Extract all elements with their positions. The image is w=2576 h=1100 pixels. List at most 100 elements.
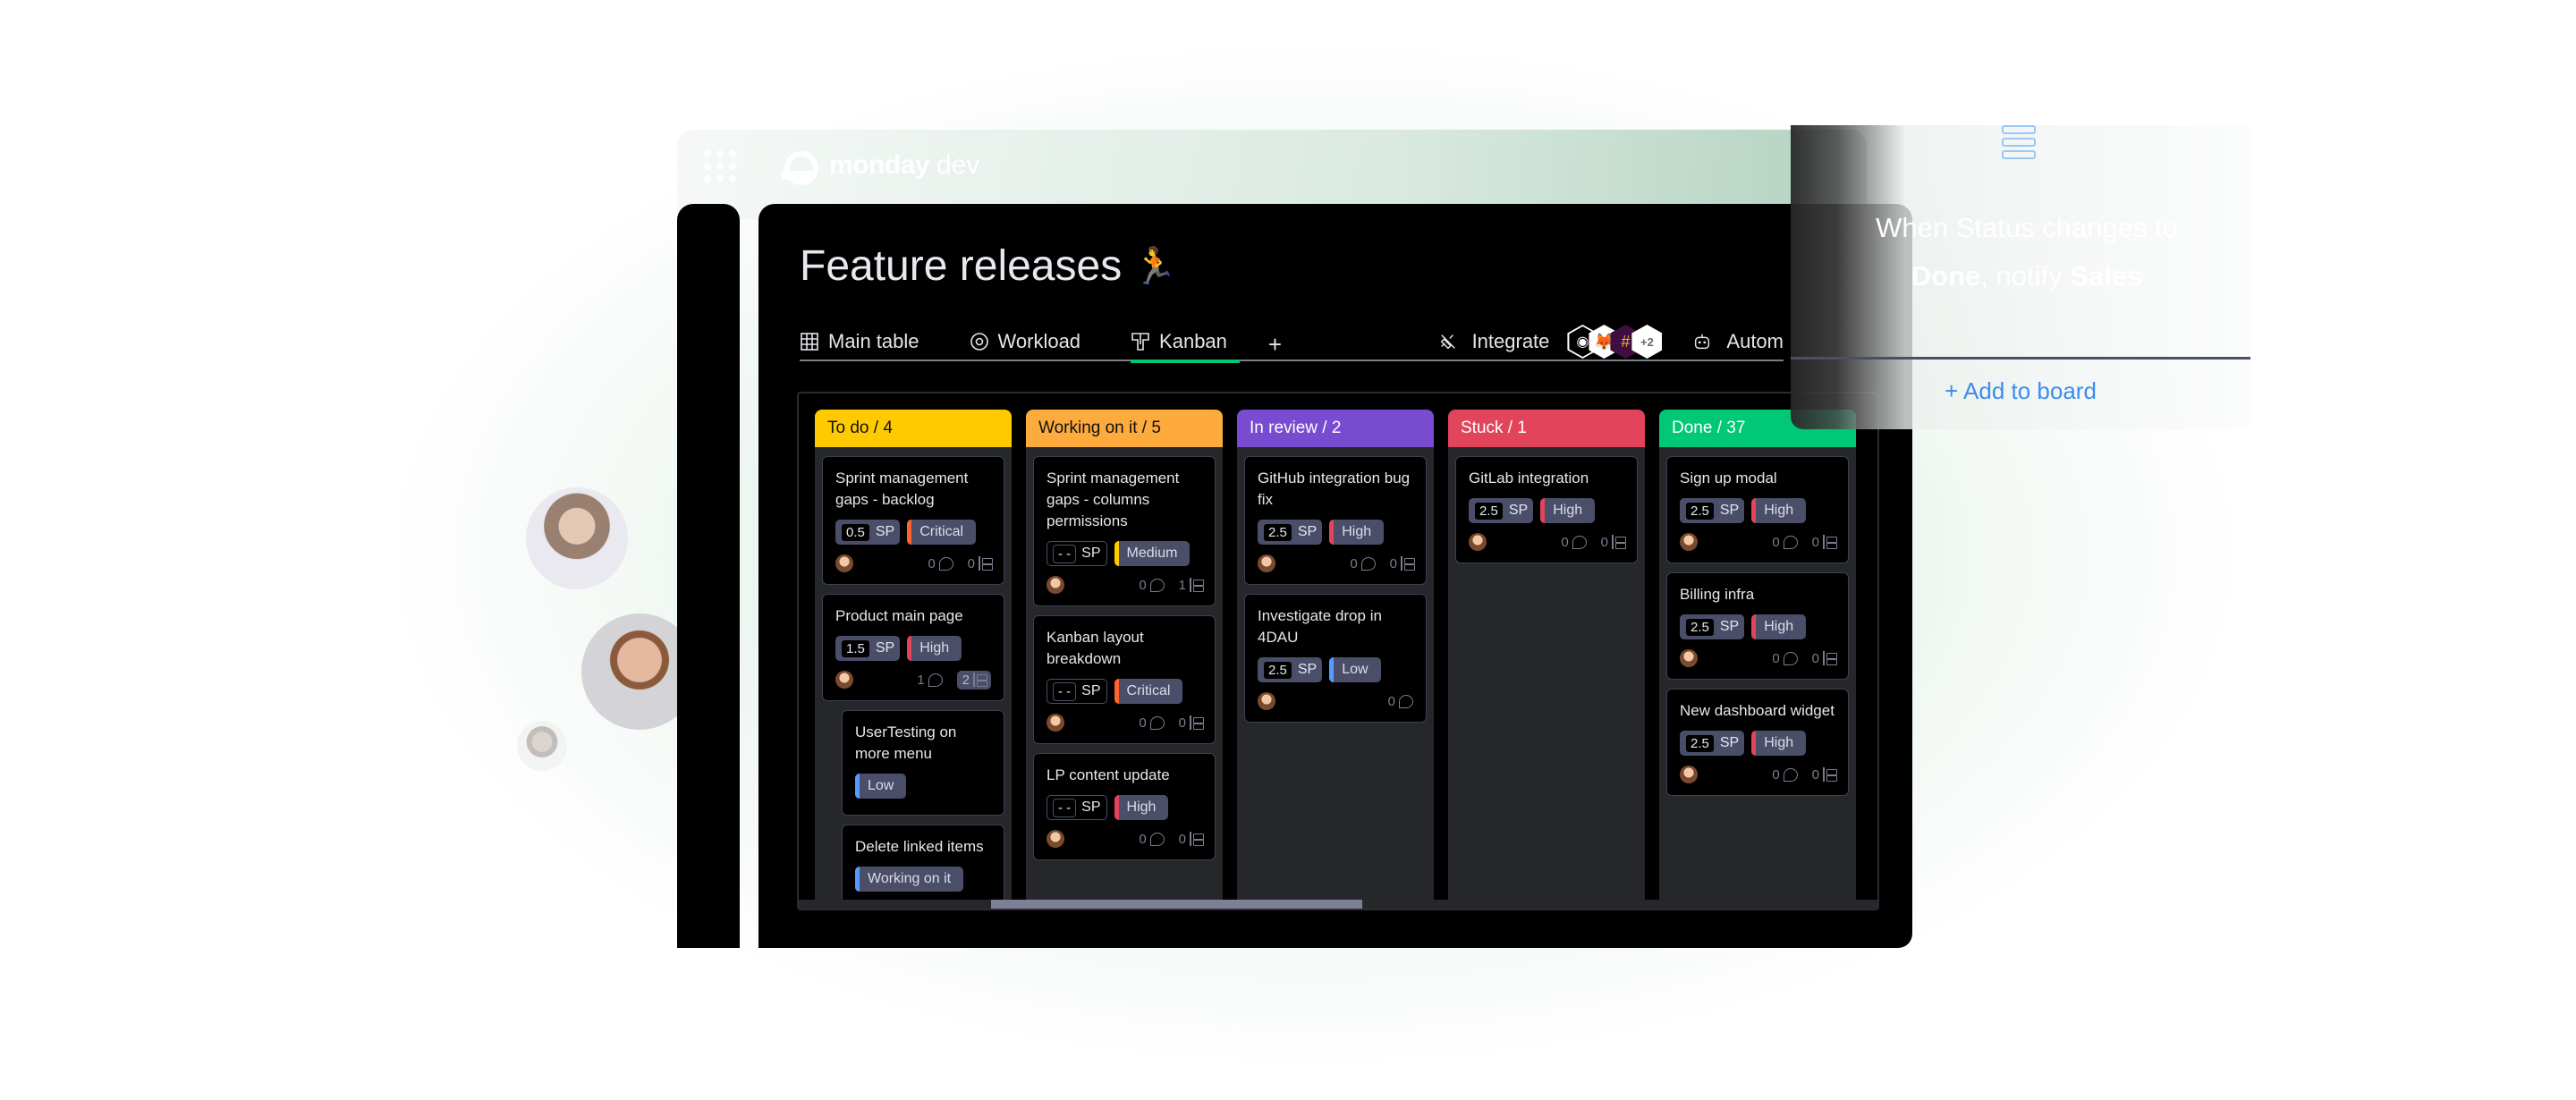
assignee-avatar[interactable]: [835, 554, 853, 572]
comments-count[interactable]: 1: [917, 673, 943, 688]
item-card[interactable]: GitLab integration 2.5 SP High 0 0: [1455, 456, 1638, 563]
comments-count[interactable]: 0: [928, 556, 953, 571]
assignee-avatar[interactable]: [1680, 766, 1698, 783]
assignee-avatar[interactable]: [1469, 533, 1487, 551]
card-title: Investigate drop in 4DAU: [1258, 607, 1382, 646]
assignee-avatar[interactable]: [1258, 692, 1275, 710]
story-points[interactable]: 2.5 SP: [1680, 614, 1745, 639]
recipe-sales-target[interactable]: Sales: [2070, 260, 2142, 292]
priority-tag[interactable]: Low: [855, 774, 907, 799]
story-points[interactable]: - - SP: [1046, 541, 1107, 566]
subitem-card[interactable]: Delete linked items Working on it: [842, 825, 1004, 909]
recipe-status-field[interactable]: Status: [1956, 212, 2035, 243]
monday-dev-logo[interactable]: monday dev: [781, 148, 979, 185]
divider: [1791, 357, 2250, 360]
recipe-changes: changes to: [2034, 212, 2178, 243]
comments-count[interactable]: 0: [1772, 767, 1798, 783]
card-footer: 01: [1046, 573, 1204, 597]
priority-tag[interactable]: High: [1751, 614, 1807, 639]
comments-count[interactable]: 0: [1139, 832, 1165, 847]
subitems-count[interactable]: 1: [1179, 578, 1204, 593]
story-points[interactable]: 2.5 SP: [1258, 520, 1323, 545]
add-view-button[interactable]: +: [1268, 331, 1282, 359]
tab-workload[interactable]: Workload: [970, 323, 1080, 360]
column-header[interactable]: Working on it / 5: [1026, 410, 1223, 447]
subitems-count[interactable]: 0: [1600, 534, 1626, 550]
comments-count[interactable]: 0: [1350, 556, 1376, 571]
item-card[interactable]: Product main page 1.5 SP High 1 2: [822, 594, 1004, 701]
item-card[interactable]: Kanban layout breakdown - - SP Critical 0 0: [1033, 615, 1216, 744]
priority-tag[interactable]: High: [1540, 498, 1596, 523]
comments-count[interactable]: 0: [1772, 651, 1798, 666]
tab-main-table[interactable]: Main table: [800, 323, 919, 360]
item-card[interactable]: Billing infra 2.5 SP High 0 0: [1666, 572, 1849, 680]
column-header[interactable]: To do / 4: [815, 410, 1012, 447]
story-points[interactable]: 2.5 SP: [1680, 731, 1745, 756]
add-to-board-button[interactable]: + Add to board: [1791, 377, 2250, 405]
priority-tag[interactable]: Working on it: [855, 867, 964, 892]
subitems-count[interactable]: 0: [1812, 651, 1837, 666]
story-points[interactable]: 2.5 SP: [1680, 498, 1745, 523]
subitems-count[interactable]: 0: [1812, 767, 1837, 783]
column-header[interactable]: Stuck / 1: [1448, 410, 1645, 447]
comments-count[interactable]: 0: [1139, 715, 1165, 731]
priority-tag[interactable]: High: [1329, 520, 1385, 545]
assignee-avatar[interactable]: [1258, 554, 1275, 572]
story-points-unit: SP: [1297, 662, 1318, 677]
tab-kanban[interactable]: Kanban: [1131, 323, 1240, 363]
story-points[interactable]: 2.5 SP: [1469, 498, 1534, 523]
comments-count[interactable]: 0: [1388, 694, 1413, 709]
assignee-avatar[interactable]: [1680, 533, 1698, 551]
assignee-avatar[interactable]: [1046, 714, 1064, 732]
apps-grid-icon[interactable]: [704, 150, 736, 182]
story-points[interactable]: 0.5 SP: [835, 520, 901, 545]
kanban-column: In review / 2 GitHub integration bug fix 2…: [1237, 410, 1434, 909]
priority-tag[interactable]: Critical: [1114, 679, 1183, 704]
subitems-count-value: 0: [1600, 534, 1608, 550]
item-card[interactable]: GitHub integration bug fix 2.5 SP High 0 0: [1244, 456, 1427, 585]
priority-tag[interactable]: Critical: [907, 520, 977, 545]
subitems-count[interactable]: 0: [1179, 715, 1204, 731]
comment-icon: [1783, 651, 1798, 665]
subitems-count[interactable]: 0: [1389, 555, 1415, 571]
subitems-count-value: 0: [1389, 555, 1397, 571]
kanban-columns: To do / 4 Sprint management gaps - backlo…: [815, 410, 1856, 909]
story-points[interactable]: - - SP: [1046, 795, 1107, 820]
priority-tag[interactable]: High: [1751, 731, 1807, 756]
subitems-count[interactable]: 0: [1812, 535, 1837, 550]
assignee-avatar[interactable]: [1046, 830, 1064, 848]
automate-button[interactable]: Autom: [1726, 330, 1784, 353]
column-header[interactable]: In review / 2: [1237, 410, 1434, 447]
item-card[interactable]: LP content update - - SP High 0 0: [1033, 753, 1216, 860]
comments-count[interactable]: 0: [1772, 535, 1798, 550]
comments-count[interactable]: 0: [1139, 578, 1165, 593]
assignee-avatar[interactable]: [835, 671, 853, 689]
item-card[interactable]: New dashboard widget 2.5 SP High 0 0: [1666, 689, 1849, 796]
scrollbar-thumb[interactable]: [991, 900, 1362, 909]
subitems-count[interactable]: 0: [968, 556, 993, 571]
horizontal-scrollbar[interactable]: [799, 900, 1877, 909]
item-card[interactable]: Sprint management gaps - columns permiss…: [1033, 456, 1216, 606]
priority-tag[interactable]: High: [1751, 498, 1807, 523]
priority-tag[interactable]: Medium: [1114, 541, 1191, 566]
subitem-card[interactable]: UserTesting on more menu Low: [842, 710, 1004, 816]
item-card[interactable]: Investigate drop in 4DAU 2.5 SP Low 0: [1244, 594, 1427, 723]
card-title: Kanban layout breakdown: [1046, 629, 1144, 667]
priority-tag[interactable]: High: [907, 636, 962, 661]
story-points[interactable]: 2.5 SP: [1258, 657, 1323, 682]
item-card[interactable]: Sprint management gaps - backlog 0.5 SP Cri…: [822, 456, 1004, 585]
story-points-value: - -: [1053, 681, 1077, 701]
recipe-done-value[interactable]: Done: [1911, 260, 1981, 292]
assignee-avatar[interactable]: [1680, 649, 1698, 667]
subitems-count[interactable]: 0: [1179, 832, 1204, 847]
priority-tag[interactable]: High: [1114, 795, 1169, 820]
assignee-avatar[interactable]: [1046, 576, 1064, 594]
subitems-count[interactable]: 2: [956, 670, 991, 690]
integrate-button[interactable]: Integrate: [1472, 330, 1550, 353]
item-card[interactable]: Sign up modal 2.5 SP High 0 0: [1666, 456, 1849, 563]
comments-count[interactable]: 0: [1561, 535, 1587, 550]
integration-icons[interactable]: ◉ 🦊 # +2: [1567, 325, 1663, 359]
priority-tag[interactable]: Low: [1329, 657, 1381, 682]
story-points[interactable]: 1.5 SP: [835, 636, 901, 661]
story-points[interactable]: - - SP: [1046, 679, 1107, 704]
